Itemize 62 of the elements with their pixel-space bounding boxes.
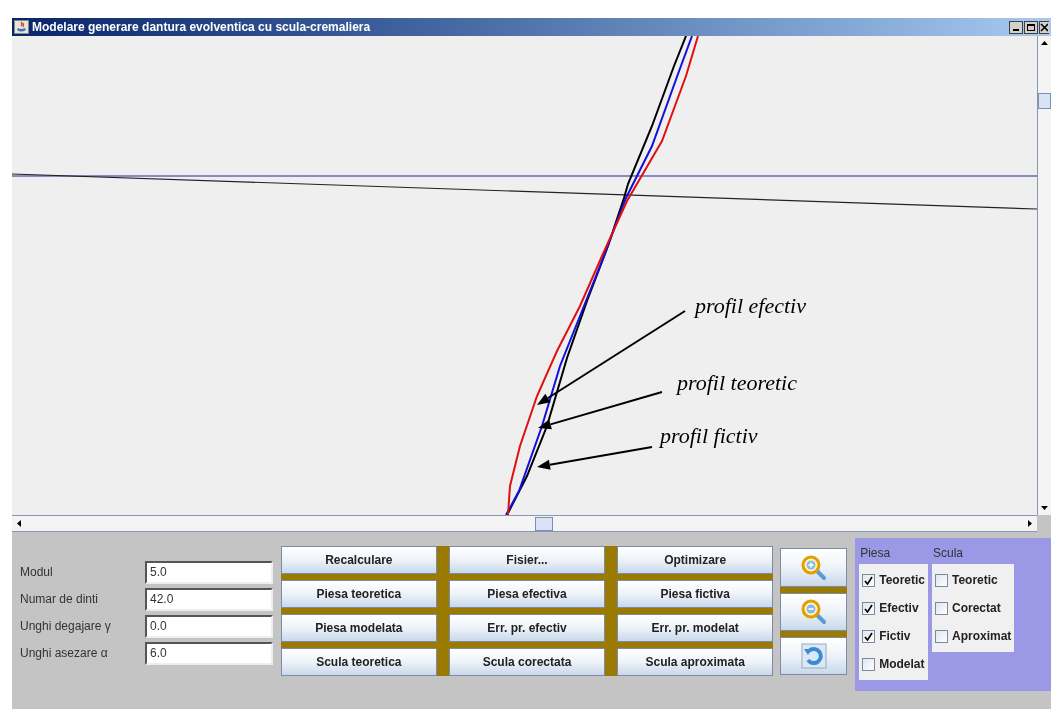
check-icon [864,603,874,613]
action-button[interactable]: Piesa teoretica [280,580,437,608]
action-button[interactable]: Err. pr. modelat [617,614,774,642]
down-arrow-icon [1041,506,1048,510]
checkbox-item[interactable]: Corectat [932,594,1013,622]
param-label: Unghi asezare α [20,645,109,662]
checkbox-item[interactable]: Aproximat [932,622,1013,650]
reset-icon [800,643,827,669]
close-button[interactable] [1039,20,1049,34]
param-label: Modul [20,564,54,581]
checkbox-item[interactable]: Modelat [859,650,926,678]
minimize-button[interactable] [1009,20,1023,34]
param-label: Unghi degajare γ [20,618,112,635]
action-button[interactable]: Err. pr. efectiv [448,614,606,642]
horizontal-scrollbar[interactable] [12,515,1037,532]
check-icon [864,575,874,585]
zoom-out-icon [800,599,827,625]
checkbox-item[interactable]: Teoretic [932,566,1013,594]
action-button[interactable]: Scula corectata [448,648,606,676]
action-button[interactable]: Recalculare [280,546,437,574]
param-field[interactable]: 0.0 [145,614,273,638]
check-icon [864,631,874,641]
checkbox[interactable] [862,657,876,671]
scroll-thumb[interactable] [535,516,553,531]
annotation-label: profil teoretic [677,370,797,396]
checkbox[interactable] [862,601,876,615]
group-title: Scula [932,545,965,562]
action-button[interactable]: Piesa efectiva [448,580,606,608]
action-button[interactable]: Piesa fictiva [617,580,774,608]
action-button[interactable] [780,637,848,675]
param-label: Numar de dinti [20,591,100,608]
window-title: Modelare generare dantura evolventica cu scula-cremaliera [32,19,371,36]
action-button[interactable]: Piesa modelata [280,614,437,642]
checkbox[interactable] [935,601,948,615]
checkbox[interactable] [935,629,948,643]
action-button[interactable] [780,548,848,587]
group-title: Piesa [859,545,892,562]
right-arrow-icon [1028,520,1032,527]
scroll-thumb[interactable] [1038,93,1051,109]
param-field[interactable]: 5.0 [145,560,273,584]
param-field[interactable]: 6.0 [145,641,273,665]
checkbox[interactable] [862,629,876,643]
action-button[interactable]: Fisier... [448,546,606,574]
checkbox[interactable] [862,573,876,587]
annotation-label: profil efectiv [695,293,806,319]
action-button[interactable]: Scula aproximata [617,648,774,676]
up-arrow-icon [1041,41,1048,45]
action-button[interactable]: Optimizare [617,546,774,574]
checkbox-item[interactable]: Teoretic [859,566,926,594]
annotation-label: profil fictiv [660,423,758,449]
left-arrow-icon [17,520,21,527]
app-icon [14,20,29,34]
checkbox-item[interactable]: Fictiv [859,622,926,650]
param-field[interactable]: 42.0 [145,587,273,611]
zoom-in-icon [800,554,827,581]
checkbox-item[interactable]: Efectiv [859,594,926,622]
checkbox[interactable] [935,573,948,587]
close-icon [1040,22,1048,32]
action-button[interactable]: Scula teoretica [280,648,437,676]
action-button[interactable] [780,593,848,631]
vertical-scrollbar[interactable] [1037,36,1051,515]
maximize-button[interactable] [1024,20,1038,34]
